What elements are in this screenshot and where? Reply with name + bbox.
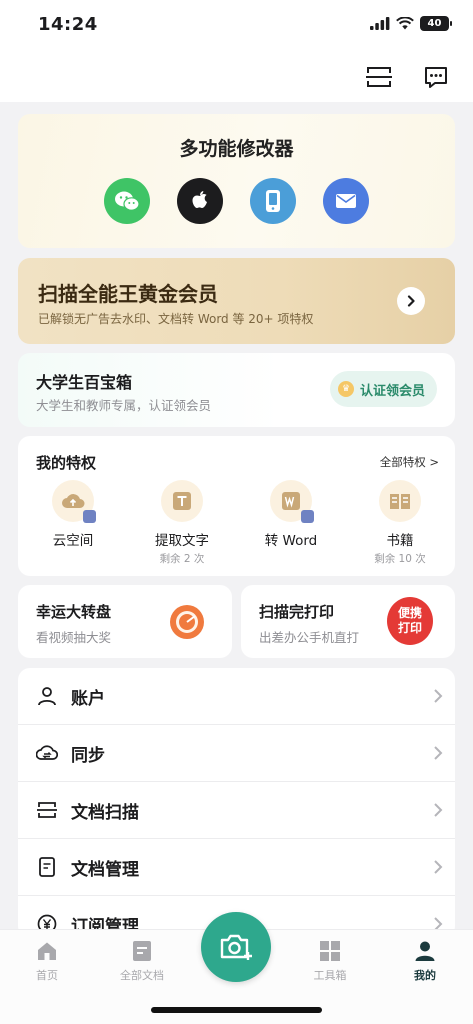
- settings-menu: 账户 同步 文档扫描 文档管理 订阅管理: [18, 668, 455, 938]
- scan-icon: [36, 799, 58, 821]
- crown-icon: ♛: [337, 381, 354, 397]
- privilege-label: 书籍: [386, 533, 414, 549]
- vip-subtitle: 已解锁无广告去水印、文档转 Word 等 20+ 项特权: [38, 312, 314, 326]
- chat-bubble-icon: [425, 67, 447, 88]
- tab-label: 首页: [36, 969, 58, 982]
- privileges-card: 我的特权 全部特权 > 云空间 提取文字 剩余 2 次 转 Word 书籍 剩余…: [18, 436, 455, 576]
- tab-all-documents[interactable]: 全部文档: [107, 940, 177, 983]
- promo-subtitle: 看视频抽大奖: [36, 630, 112, 645]
- menu-label: 文档扫描: [71, 803, 139, 823]
- home-icon: [36, 940, 58, 962]
- tab-label: 我的: [414, 969, 436, 982]
- certify-label: 认证领会员: [359, 383, 425, 399]
- scan-frame-icon: [366, 67, 392, 87]
- mail-button[interactable]: [323, 178, 369, 224]
- certify-member-button[interactable]: ♛ 认证领会员: [329, 371, 437, 407]
- vip-banner[interactable]: 扫描全能王黄金会员 已解锁无广告去水印、文档转 Word 等 20+ 项特权: [18, 258, 455, 344]
- cloud-sync-icon: [36, 742, 58, 764]
- lock-icon: [301, 510, 314, 523]
- wifi-icon: [396, 17, 414, 30]
- apple-button[interactable]: [177, 178, 223, 224]
- promo-title: 幸运大转盘: [36, 603, 112, 621]
- word-icon: [270, 480, 314, 523]
- wechat-button[interactable]: [104, 178, 150, 224]
- signal-icon: [370, 17, 390, 30]
- chevron-right-icon: [434, 746, 443, 760]
- promo-title: 扫描完打印: [259, 603, 335, 621]
- chevron-right-icon: [407, 295, 415, 307]
- document-icon: [36, 856, 58, 878]
- chevron-right-icon: [434, 803, 443, 817]
- tab-home[interactable]: 首页: [12, 940, 82, 983]
- top-action-bar: [0, 52, 473, 102]
- privilege-cloud-space[interactable]: 云空间: [23, 480, 123, 551]
- all-privileges-link[interactable]: 全部特权 >: [380, 454, 439, 470]
- person-icon: [36, 685, 58, 707]
- promo-subtitle: 出差办公手机直打: [259, 630, 360, 645]
- portable-print-badge: 便携 打印: [387, 597, 433, 645]
- grid-icon: [319, 940, 341, 962]
- wechat-icon: [115, 191, 140, 211]
- student-title: 大学生百宝箱: [36, 373, 133, 392]
- prize-wheel-icon: [170, 605, 204, 639]
- cloud-upload-icon: [52, 480, 96, 523]
- text-extract-icon: [161, 480, 203, 522]
- tab-toolbox[interactable]: 工具箱: [295, 940, 365, 983]
- privilege-note: 剩余 10 次: [374, 553, 426, 565]
- tab-label: 全部文档: [120, 969, 164, 982]
- privilege-to-word[interactable]: 转 Word: [241, 480, 341, 551]
- battery-indicator: 40: [420, 16, 452, 31]
- menu-item-doc-manage[interactable]: 文档管理: [18, 839, 455, 896]
- menu-label: 同步: [71, 746, 105, 766]
- status-icons: 40: [370, 16, 452, 31]
- privilege-note: 剩余 2 次: [159, 553, 205, 565]
- privilege-label: 云空间: [52, 533, 94, 549]
- privilege-label: 转 Word: [264, 533, 318, 549]
- vip-arrow-button[interactable]: [397, 287, 425, 315]
- privileges-title: 我的特权: [36, 454, 97, 472]
- lucky-wheel-card[interactable]: 幸运大转盘 看视频抽大奖: [18, 585, 232, 658]
- vip-title: 扫描全能王黄金会员: [38, 282, 218, 306]
- print-card[interactable]: 扫描完打印 出差办公手机直打 便携 打印: [241, 585, 455, 658]
- chevron-right-icon: [434, 689, 443, 703]
- apple-icon: [192, 191, 207, 208]
- tools-card: 多功能修改器: [18, 114, 455, 248]
- status-time: 14:24: [38, 14, 98, 35]
- privilege-extract-text[interactable]: 提取文字 剩余 2 次: [132, 480, 232, 566]
- menu-item-sync[interactable]: 同步: [18, 725, 455, 782]
- mail-icon: [336, 194, 356, 208]
- tools-title: 多功能修改器: [179, 138, 294, 160]
- menu-label: 文档管理: [71, 860, 139, 880]
- messages-button[interactable]: [421, 62, 451, 92]
- menu-label: 账户: [71, 689, 105, 709]
- menu-item-account[interactable]: 账户: [18, 668, 455, 725]
- tab-label: 工具箱: [313, 969, 347, 982]
- camera-icon: [220, 934, 252, 960]
- phone-icon: [266, 190, 280, 212]
- chevron-right-icon: [434, 860, 443, 874]
- profile-icon: [414, 940, 436, 962]
- phone-button[interactable]: [250, 178, 296, 224]
- student-subtitle: 大学生和教师专属，认证领会员: [36, 398, 212, 413]
- scan-code-button[interactable]: [364, 62, 394, 92]
- tab-mine[interactable]: 我的: [390, 940, 460, 983]
- student-toolbox-card[interactable]: 大学生百宝箱 大学生和教师专属，认证领会员 ♛ 认证领会员: [18, 353, 455, 427]
- book-icon: [379, 480, 421, 522]
- menu-item-doc-scan[interactable]: 文档扫描: [18, 782, 455, 839]
- home-indicator: [151, 1007, 322, 1013]
- all-docs-icon: [131, 940, 153, 962]
- privilege-label: 提取文字: [155, 533, 209, 549]
- lock-icon: [83, 510, 96, 523]
- camera-capture-button[interactable]: [201, 912, 271, 982]
- privilege-books[interactable]: 书籍 剩余 10 次: [350, 480, 450, 566]
- status-bar: 14:24 40: [0, 0, 473, 52]
